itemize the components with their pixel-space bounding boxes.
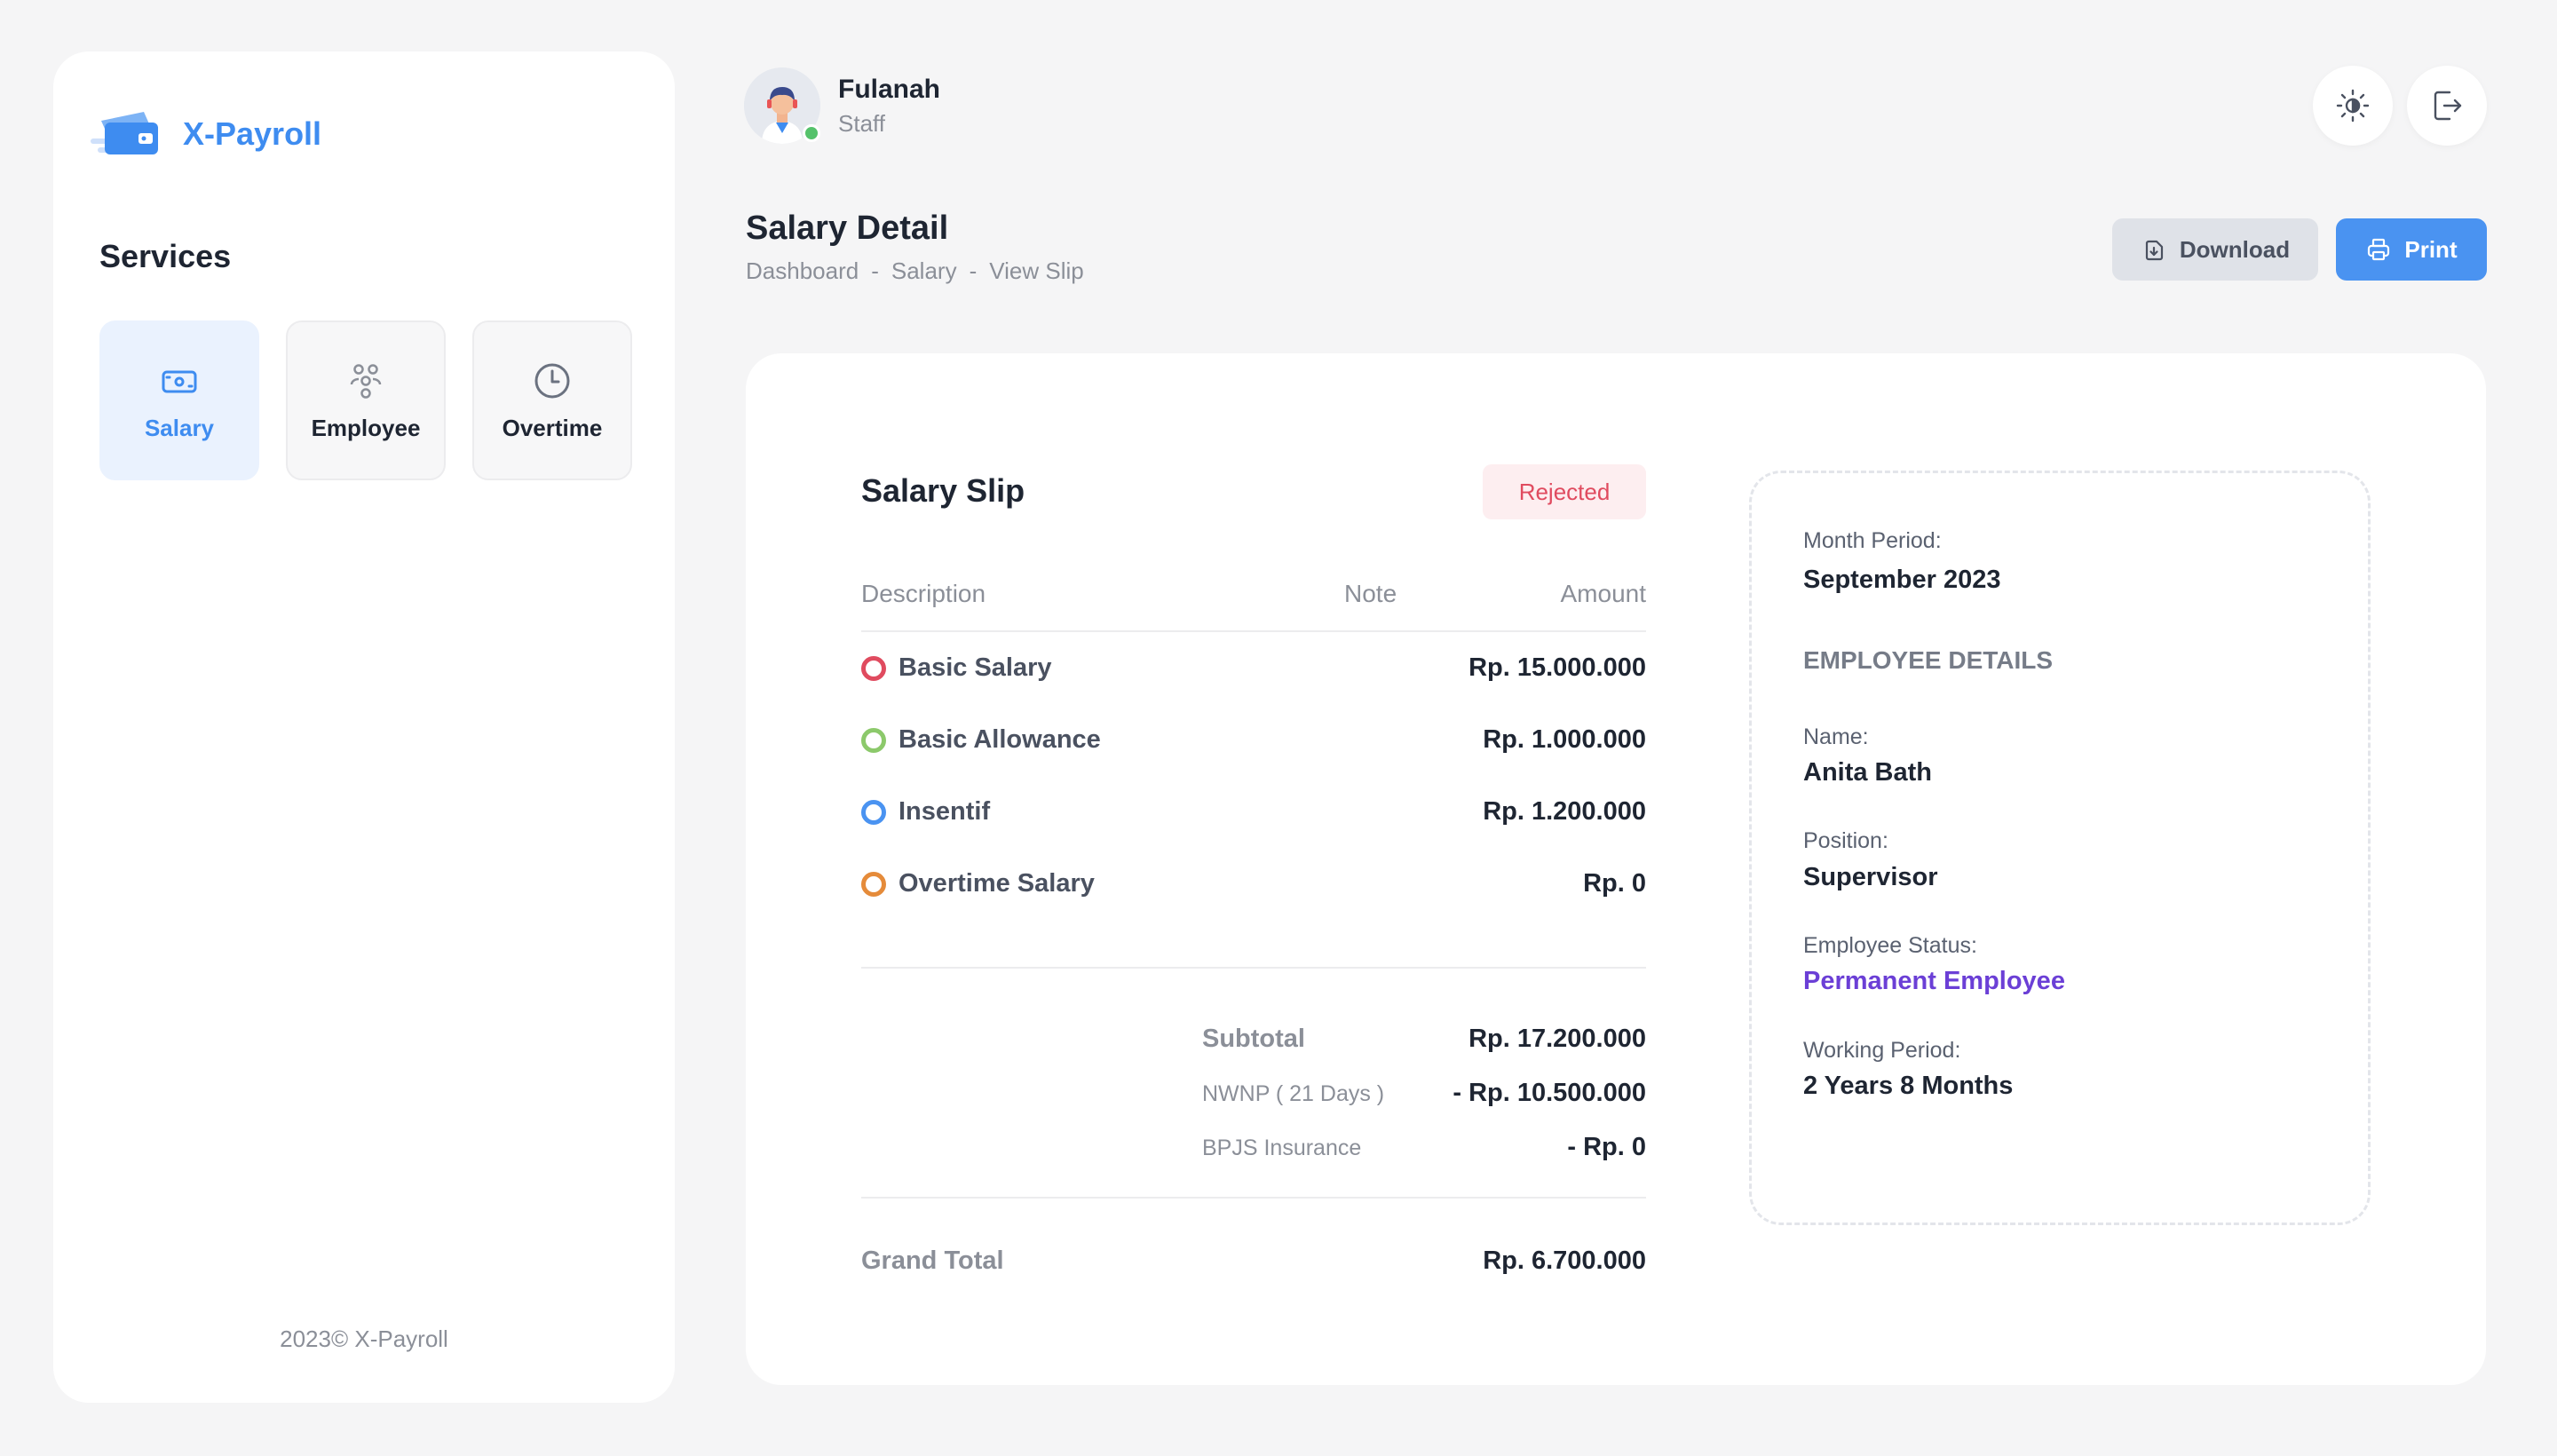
- row-amount: Rp. 1.200.000: [1483, 797, 1646, 826]
- print-button[interactable]: Print: [2336, 218, 2487, 281]
- grand-total-label: Grand Total: [861, 1246, 1004, 1275]
- breadcrumb: Dashboard - Salary - View Slip: [746, 257, 1084, 285]
- download-button[interactable]: Download: [2112, 218, 2318, 281]
- brand-logo[interactable]: X-Payroll: [89, 105, 321, 163]
- month-period-label: Month Period:: [1803, 528, 1942, 553]
- footer-copyright: 2023© X-Payroll: [280, 1325, 448, 1352]
- status-ring-icon: [861, 727, 886, 753]
- user-name: Fulanah: [838, 74, 941, 104]
- sidebar: X-Payroll Services Salary Employee Overt…: [53, 51, 675, 1403]
- wallet-icon: [162, 370, 197, 392]
- row-amount: Rp. 15.000.000: [1468, 653, 1646, 682]
- salary-table: Description Note Amount Basic Salary Rp.…: [861, 575, 1646, 920]
- table-row: Basic Allowance Rp. 1.000.000: [861, 704, 1646, 776]
- nwnp-label: NWNP ( 21 Days ): [1202, 1081, 1385, 1106]
- column-note: Note: [1344, 580, 1397, 607]
- employee-details-panel: Month Period: September 2023 EMPLOYEE DE…: [1749, 471, 2371, 1225]
- service-tile-label: Overtime: [502, 414, 603, 441]
- status-ring-icon: [861, 655, 886, 681]
- breadcrumb-view-slip: View Slip: [989, 257, 1084, 284]
- breadcrumb-separator: -: [871, 257, 879, 284]
- status-ring-icon: [861, 799, 886, 825]
- name-label: Name:: [1803, 724, 1869, 749]
- row-description: Insentif: [899, 797, 991, 826]
- name-value: Anita Bath: [1803, 758, 1932, 787]
- download-cloud-icon: [2145, 240, 2163, 261]
- user-profile[interactable]: Fulanah Staff: [744, 67, 940, 144]
- bpjs-label: BPJS Insurance: [1202, 1136, 1362, 1160]
- divider: [861, 967, 1646, 969]
- table-header: Description Note Amount: [861, 575, 1646, 632]
- services-title: Services: [99, 238, 232, 274]
- table-row: Basic Salary Rp. 15.000.000: [861, 632, 1646, 704]
- page-title: Salary Detail: [746, 210, 949, 247]
- service-tiles: Salary Employee Overtime: [99, 320, 632, 480]
- salary-slip-card: Salary Slip Rejected Description Note Am…: [746, 353, 2486, 1385]
- subtotal-value: Rp. 17.200.000: [1468, 1025, 1646, 1053]
- month-period-value: September 2023: [1803, 566, 2001, 594]
- table-row: Insentif Rp. 1.200.000: [861, 776, 1646, 848]
- subtotal-label: Subtotal: [1202, 1025, 1305, 1053]
- position-label: Position:: [1803, 828, 1888, 853]
- sun-icon: [2336, 89, 2370, 123]
- breadcrumb-salary[interactable]: Salary: [891, 257, 957, 285]
- download-button-label: Download: [2179, 235, 2291, 263]
- service-tile-salary[interactable]: Salary: [99, 320, 259, 480]
- divider: [861, 1197, 1646, 1199]
- breadcrumb-dashboard[interactable]: Dashboard: [746, 257, 859, 285]
- column-description: Description: [861, 580, 986, 607]
- employee-details-heading: EMPLOYEE DETAILS: [1803, 646, 2054, 674]
- users-icon: [350, 363, 382, 399]
- user-role: Staff: [838, 109, 886, 137]
- status-badge: Rejected: [1483, 464, 1646, 519]
- payroll-logo-icon: [91, 112, 158, 154]
- user-info: Fulanah Staff: [838, 75, 940, 138]
- clock-icon: [534, 363, 570, 398]
- working-period-value: 2 Years 8 Months: [1803, 1072, 2014, 1100]
- bpjs-value: - Rp. 0: [1567, 1133, 1646, 1161]
- working-period-label: Working Period:: [1803, 1038, 1961, 1063]
- row-description: Overtime Salary: [899, 869, 1095, 898]
- breadcrumb-separator: -: [969, 257, 978, 284]
- row-amount: Rp. 1.000.000: [1483, 725, 1646, 754]
- position-value: Supervisor: [1803, 863, 1938, 891]
- row-amount: Rp. 0: [1583, 869, 1646, 898]
- logout-icon: [2434, 91, 2462, 121]
- row-description: Basic Salary: [899, 653, 1052, 682]
- theme-toggle-button[interactable]: [2313, 66, 2393, 146]
- grand-total-value: Rp. 6.700.000: [1483, 1246, 1646, 1275]
- printer-icon: [2368, 238, 2390, 261]
- logout-button[interactable]: [2407, 66, 2487, 146]
- avatar[interactable]: [744, 67, 820, 144]
- employee-status-value: Permanent Employee: [1803, 967, 2065, 995]
- service-tile-label: Salary: [144, 414, 215, 441]
- service-tile-overtime[interactable]: Overtime: [472, 320, 632, 480]
- column-amount: Amount: [1560, 580, 1647, 607]
- service-tile-label: Employee: [311, 414, 421, 441]
- row-description: Basic Allowance: [899, 725, 1101, 754]
- service-tile-employee[interactable]: Employee: [286, 320, 446, 480]
- status-ring-icon: [861, 871, 886, 897]
- brand-name: X-Payroll: [183, 115, 322, 152]
- online-status-dot: [803, 124, 820, 142]
- nwnp-value: - Rp. 10.500.000: [1453, 1079, 1646, 1107]
- print-button-label: Print: [2404, 235, 2458, 263]
- employee-status-label: Employee Status:: [1803, 933, 1977, 958]
- slip-title: Salary Slip: [861, 472, 1025, 509]
- table-row: Overtime Salary Rp. 0: [861, 848, 1646, 920]
